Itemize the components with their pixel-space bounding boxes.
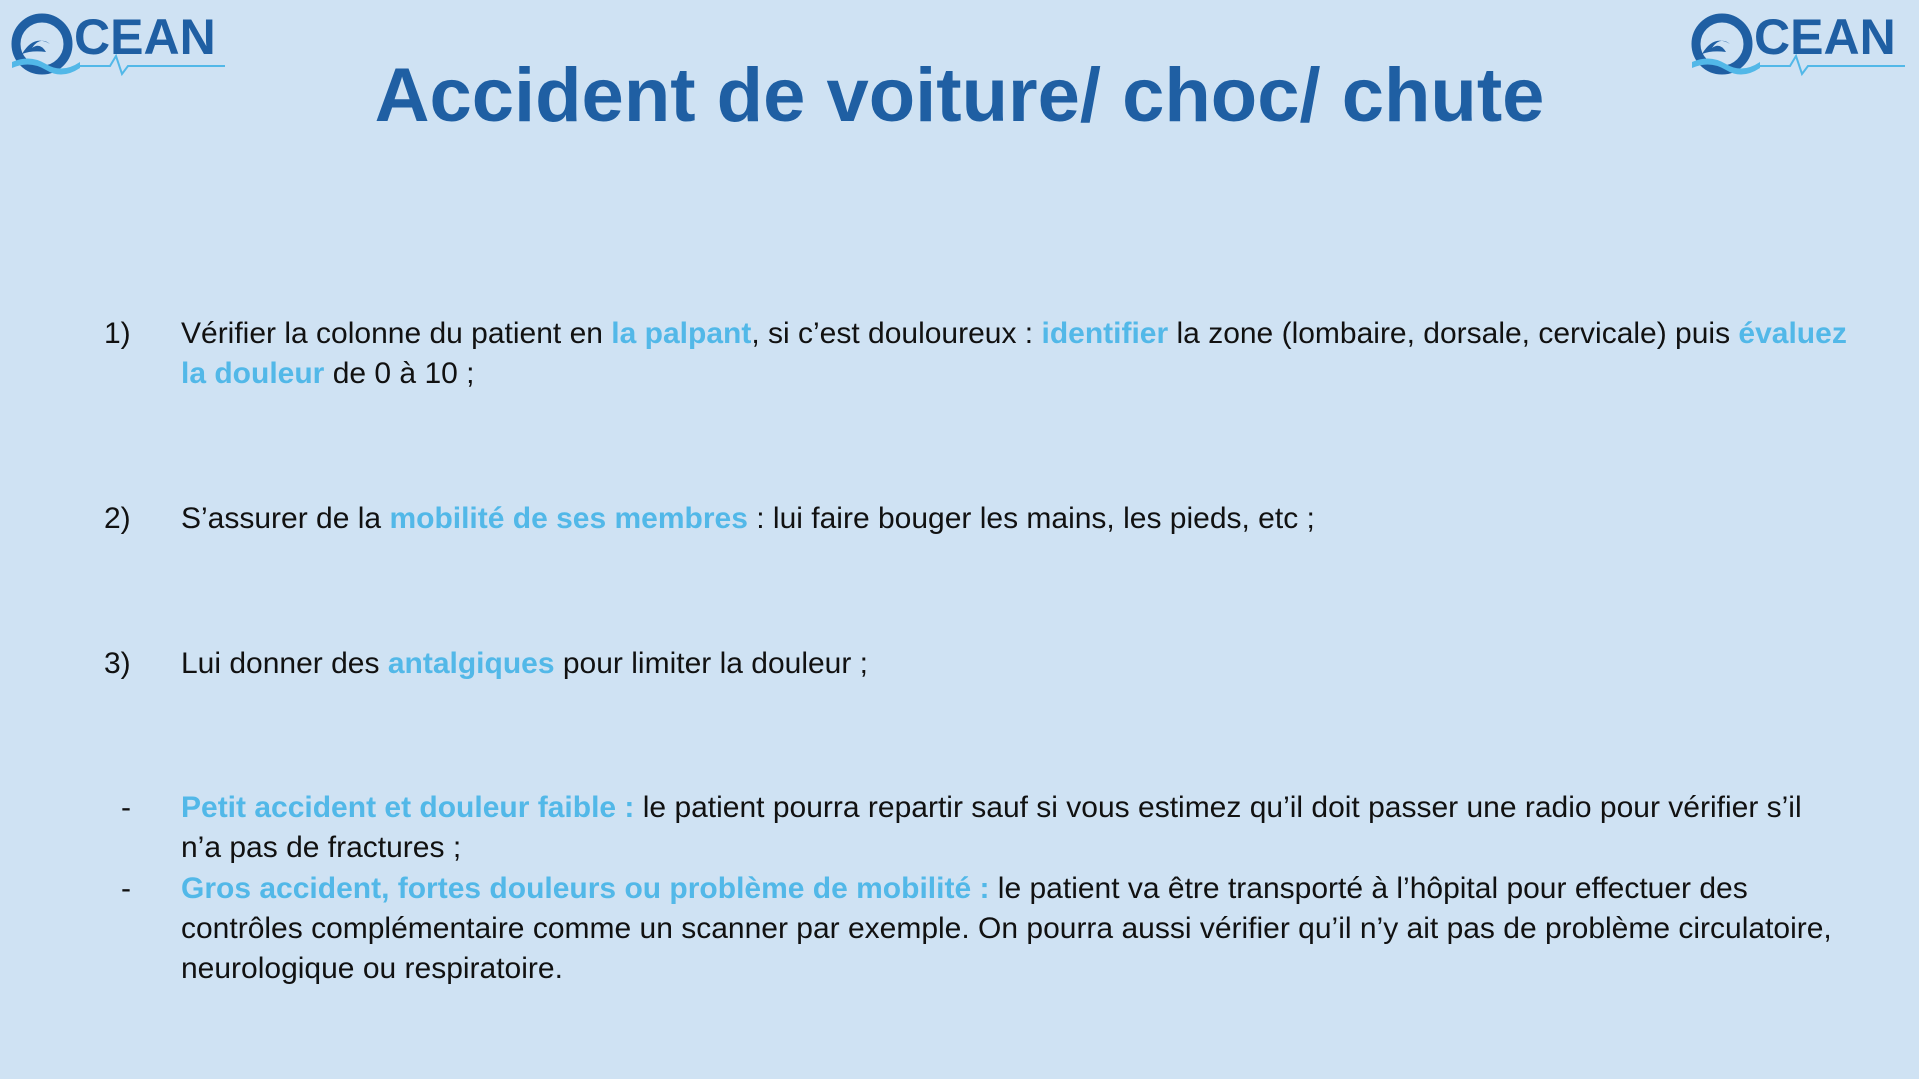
bullet-item-big-accident: - Gros accident, fortes douleurs ou prob… — [104, 869, 1849, 989]
list-marker: 3) — [104, 647, 131, 680]
highlight-text: la palpant — [611, 317, 752, 350]
text-segment: Lui donner des — [181, 647, 388, 680]
highlight-text: Gros accident, fortes douleurs ou problè… — [181, 872, 990, 905]
bullet-dash: - — [121, 872, 131, 905]
highlight-text: identifier — [1041, 317, 1169, 350]
text-segment: pour limiter la douleur ; — [554, 647, 869, 680]
text-segment: la zone (lombaire, dorsale, cervicale) p… — [1168, 317, 1739, 350]
text-segment: Vérifier la colonne du patient en — [181, 317, 612, 350]
list-item-1: 1) Vérifier la colonne du patient en la … — [104, 314, 1849, 394]
highlight-text: Petit accident et douleur faible : — [181, 791, 635, 824]
text-segment: , si c’est douloureux : — [751, 317, 1042, 350]
bullet-dash: - — [121, 791, 131, 824]
page-title: Accident de voiture/ choc/ chute — [374, 53, 1545, 138]
list-item-text: Gros accident, fortes douleurs ou problè… — [181, 869, 1849, 989]
text-segment: : lui faire bouger les mains, les pieds,… — [747, 502, 1315, 535]
text-segment: de 0 à 10 ; — [324, 357, 475, 390]
list-item-text: Lui donner des antalgiques pour limiter … — [181, 644, 1849, 684]
highlight-text: antalgiques — [387, 647, 555, 680]
list-item-text: Petit accident et douleur faible : le pa… — [181, 788, 1849, 868]
list-item-3: 3) Lui donner des antalgiques pour limit… — [104, 644, 1849, 684]
list-item-text: S’assurer de la mobilité de ses membres … — [181, 499, 1849, 539]
bullet-item-small-accident: - Petit accident et douleur faible : le … — [104, 788, 1849, 868]
text-segment: S’assurer de la — [181, 502, 390, 535]
list-marker: 2) — [104, 502, 131, 535]
list-marker: 1) — [104, 317, 131, 350]
list-item-2: 2) S’assurer de la mobilité de ses membr… — [104, 499, 1849, 539]
list-item-text: Vérifier la colonne du patient en la pal… — [181, 314, 1849, 394]
highlight-text: mobilité de ses membres — [389, 502, 748, 535]
